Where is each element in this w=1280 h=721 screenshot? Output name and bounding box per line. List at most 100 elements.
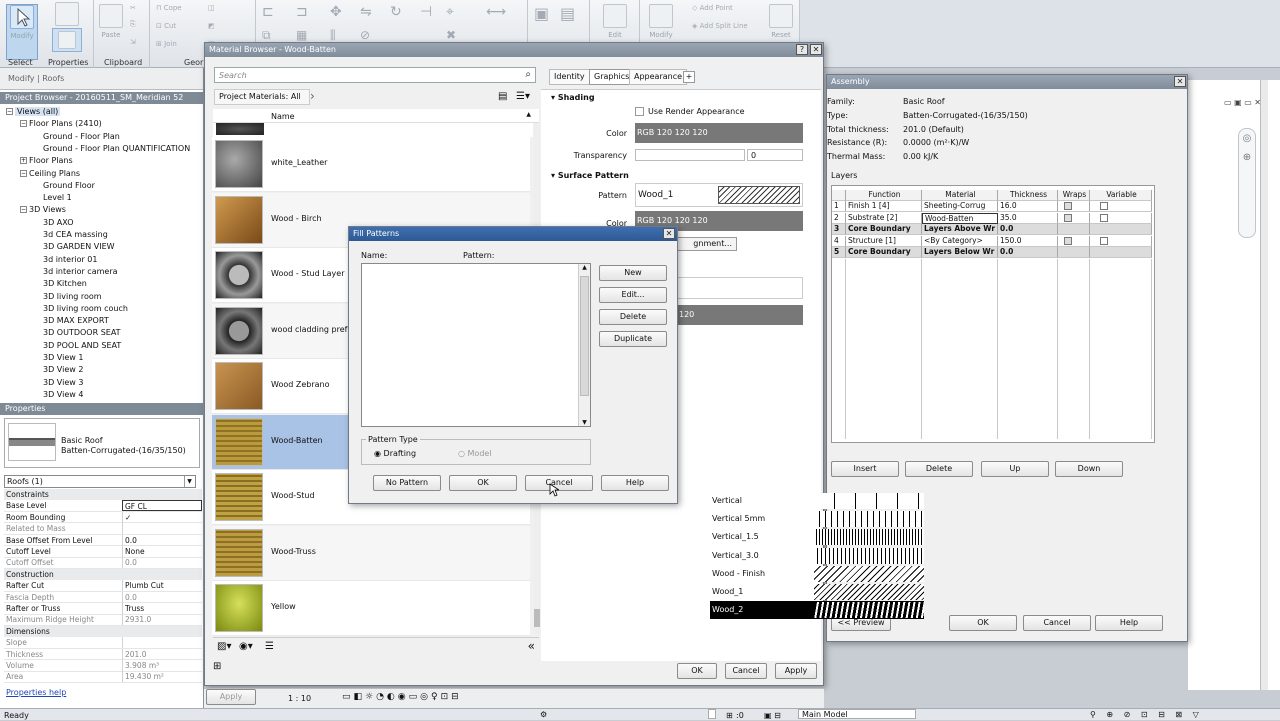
tree-item[interactable]: 3d interior 01: [34, 254, 97, 266]
array-icon[interactable]: ▦: [296, 28, 307, 42]
layer-cell[interactable]: 4: [832, 235, 846, 247]
transparency-input[interactable]: 0: [747, 149, 803, 161]
layer-cell[interactable]: 5: [832, 247, 846, 258]
tree-item[interactable]: − Views (all): [6, 106, 61, 118]
new-pattern-button[interactable]: New: [599, 265, 667, 281]
tree-item[interactable]: 3D OUTDOOR SEAT: [34, 327, 121, 339]
layer-cell[interactable]: <By Category>: [922, 235, 998, 247]
wraps-checkbox[interactable]: [1058, 201, 1090, 212]
paste-button[interactable]: Paste: [96, 4, 126, 54]
scale-icon[interactable]: ⟷: [486, 4, 506, 20]
tree-item[interactable]: − Ceiling Plans: [20, 168, 80, 180]
assembly-ok-button[interactable]: OK: [949, 615, 1017, 631]
layer-cell[interactable]: 1: [832, 201, 846, 212]
layer-cell[interactable]: 3: [832, 224, 846, 235]
mb-apply-button[interactable]: Apply: [775, 663, 817, 679]
property-row[interactable]: Area 19.430 m²: [4, 671, 202, 683]
pattern-list-item[interactable]: Vertical_3.0: [710, 547, 924, 565]
layer-cell[interactable]: Wood-Batten: [922, 212, 998, 224]
pattern-list-item[interactable]: Wood_1: [710, 583, 924, 601]
pattern-list-item[interactable]: Vertical: [710, 492, 924, 510]
property-section[interactable]: Construction: [4, 568, 202, 580]
expand-icon[interactable]: −: [20, 206, 27, 214]
property-row[interactable]: Cutoff Offset 0.0: [4, 557, 202, 569]
wraps-checkbox[interactable]: [1058, 235, 1090, 247]
shading-color-swatch[interactable]: RGB 120 120 120: [635, 123, 803, 143]
tree-item[interactable]: 3d CEA massing: [34, 229, 108, 241]
no-pattern-button[interactable]: No Pattern: [373, 475, 441, 491]
drawing-canvas[interactable]: ▭ ▣ ▭ ✕ ◎ ⊕: [1188, 80, 1280, 690]
material-filter-dropdown[interactable]: Project Materials: All: [214, 89, 310, 105]
layer-column-header[interactable]: Material: [922, 190, 998, 201]
tree-item[interactable]: 3D living room couch: [34, 303, 128, 315]
layer-cell[interactable]: Layers Below Wr: [922, 247, 998, 258]
layer-cell[interactable]: 2: [832, 212, 846, 224]
material-browser-title[interactable]: Material Browser - Wood-Batten: [205, 43, 823, 57]
fill-ok-button[interactable]: OK: [449, 475, 517, 491]
properties-apply-button[interactable]: Apply: [206, 689, 256, 705]
layer-cell[interactable]: Sheeting-Corrug: [922, 201, 998, 212]
fill-patterns-title[interactable]: Fill Patterns: [349, 227, 677, 241]
library-panel-icon[interactable]: ⊞: [213, 661, 221, 672]
duplicate-pattern-button[interactable]: Duplicate: [599, 331, 667, 347]
tab-graphics[interactable]: Graphics: [589, 69, 635, 85]
assembly-title[interactable]: Assembly: [827, 75, 1187, 89]
pattern-list[interactable]: ▲ ▼: [361, 263, 591, 427]
property-row[interactable]: Rafter or Truss Truss: [4, 603, 202, 615]
view-toggle-icon[interactable]: ▤: [498, 91, 507, 102]
delete-icon[interactable]: ✖: [446, 28, 456, 42]
fill-help-button[interactable]: Help: [601, 475, 669, 491]
tree-item[interactable]: 3D View 3: [34, 377, 83, 389]
layer-cell[interactable]: Structure [1]: [846, 235, 922, 247]
tab-appearance[interactable]: Appearance: [629, 69, 688, 85]
filter-arrow-icon[interactable]: ›: [310, 89, 315, 103]
up-button[interactable]: Up: [981, 461, 1049, 477]
pattern-field[interactable]: Wood_1: [635, 183, 803, 207]
selection-filter-icons[interactable]: ⚲ ⊕ ⊘ ⊡ ⊟ ⊠ ▽: [1090, 709, 1203, 720]
add-asset-icon[interactable]: +: [683, 71, 695, 83]
property-row[interactable]: Base Level GF CL: [4, 500, 202, 512]
join-button[interactable]: ⊞ Join: [156, 40, 177, 52]
layer-cell[interactable]: Core Boundary: [846, 224, 922, 235]
property-row[interactable]: Fascia Depth 0.0: [4, 591, 202, 604]
cut-small-icon[interactable]: ✂: [130, 4, 136, 16]
layer-cell[interactable]: 0.0: [998, 247, 1058, 258]
split-face-icon[interactable]: ◫: [208, 4, 215, 16]
tree-item[interactable]: 3D POOL AND SEAT: [34, 340, 121, 352]
view-icon[interactable]: ▣: [534, 4, 549, 23]
align-icon[interactable]: ⊏: [262, 4, 274, 20]
variable-checkbox[interactable]: [1090, 247, 1152, 258]
match-small-icon[interactable]: ⇲: [130, 38, 136, 50]
property-row[interactable]: Cutoff Level None: [4, 546, 202, 558]
property-row[interactable]: Room Bounding ✓: [4, 511, 202, 524]
property-row[interactable]: Thickness 201.0: [4, 648, 202, 661]
unpin-icon[interactable]: ⊘: [360, 28, 370, 42]
tree-item[interactable]: Ground Floor: [34, 180, 95, 192]
shading-header[interactable]: ▾ Shading: [551, 93, 595, 102]
tree-item[interactable]: 3D Kitchen: [34, 278, 87, 290]
library-icon[interactable]: ◉▾: [239, 641, 253, 652]
transparency-slider[interactable]: [635, 149, 745, 161]
insert-button[interactable]: Insert: [831, 461, 899, 477]
property-section[interactable]: Constraints: [4, 489, 202, 500]
type-selector[interactable]: Basic Roof Batten-Corrugated-(16/35/150): [4, 418, 200, 468]
property-row[interactable]: Volume 3.908 m³: [4, 660, 202, 672]
use-render-checkbox[interactable]: Use Render Appearance: [635, 107, 745, 116]
vertical-scrollbar[interactable]: [1260, 80, 1268, 690]
layer-column-header[interactable]: Thickness: [998, 190, 1058, 201]
tree-item[interactable]: Ground - Floor Plan QUANTIFICATION: [34, 143, 190, 155]
expand-icon[interactable]: −: [6, 108, 13, 115]
property-section[interactable]: Dimensions: [4, 625, 202, 637]
properties-title[interactable]: Properties: [0, 403, 203, 415]
wraps-checkbox[interactable]: [1058, 212, 1090, 224]
mb-ok-button[interactable]: OK: [677, 663, 717, 679]
name-column-header[interactable]: Name: [271, 112, 295, 121]
pin-icon[interactable]: ⌖: [446, 4, 454, 20]
zoom-icon[interactable]: ⊕: [1239, 152, 1255, 163]
copy-icon[interactable]: ⧉: [262, 28, 271, 42]
expand-icon[interactable]: −: [20, 120, 27, 128]
variable-checkbox[interactable]: [1090, 201, 1152, 212]
rotate-icon[interactable]: ↻: [390, 4, 402, 20]
tree-item[interactable]: 3D View 4: [34, 389, 83, 401]
offset-icon[interactable]: ⊐: [296, 4, 308, 20]
